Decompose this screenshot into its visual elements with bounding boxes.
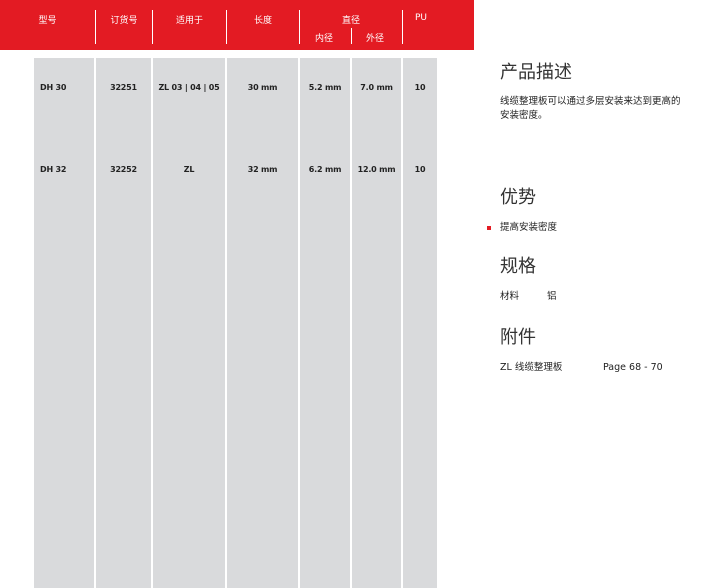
cell-model: DH 30 <box>40 83 67 92</box>
description-text-line2: 安装密度。 <box>500 110 548 121</box>
cell-inner: 5.2 mm <box>308 83 342 92</box>
column-model <box>34 58 94 588</box>
spec-value: 铝 <box>547 291 557 302</box>
accessory-item: ZL 线缆整理板 <box>500 362 563 373</box>
column-outer <box>352 58 401 588</box>
cell-outer: 7.0 mm <box>360 83 393 92</box>
cell-length: 30 mm <box>247 83 278 92</box>
accessories-title: 附件 <box>500 327 536 348</box>
bullet-icon <box>487 226 491 230</box>
table-header: 型号 订货号 适用于 长度 直径 内径 外径 PU <box>0 0 474 50</box>
column-for <box>153 58 225 588</box>
cell-length: 32 mm <box>247 165 278 174</box>
header-outer: 外径 <box>366 34 385 44</box>
header-order-no: 订货号 <box>110 16 138 26</box>
advantages-title: 优势 <box>500 187 536 208</box>
specs-title: 规格 <box>500 256 536 277</box>
header-pu: PU <box>414 13 427 23</box>
cell-pu: 10 <box>414 165 426 174</box>
cell-for: ZL <box>183 165 195 174</box>
cell-order-no: 32251 <box>110 83 137 92</box>
column-order-no <box>96 58 151 588</box>
header-length: 长度 <box>253 16 272 26</box>
cell-pu: 10 <box>414 83 426 92</box>
header-for: 适用于 <box>175 16 203 26</box>
description-title: 产品描述 <box>500 62 572 83</box>
column-length <box>227 58 298 588</box>
column-inner <box>300 58 350 588</box>
accessory-page-link[interactable]: Page 68 - 70 <box>603 361 663 375</box>
header-divider <box>351 28 352 44</box>
cell-model: DH 32 <box>40 165 67 174</box>
header-model: 型号 <box>38 16 57 26</box>
description-text-line1: 线缆整理板可以通过多层安装来达到更高的 <box>500 96 681 107</box>
header-inner: 内径 <box>315 34 334 44</box>
cell-inner: 6.2 mm <box>308 165 342 174</box>
cell-outer: 12.0 mm <box>357 165 396 174</box>
spec-key: 材料 <box>500 291 520 302</box>
column-pu <box>403 58 437 588</box>
cell-order-no: 32252 <box>110 165 137 174</box>
cell-for: ZL 03 | 04 | 05 <box>158 83 220 92</box>
advantage-item: 提高安装密度 <box>500 222 558 233</box>
